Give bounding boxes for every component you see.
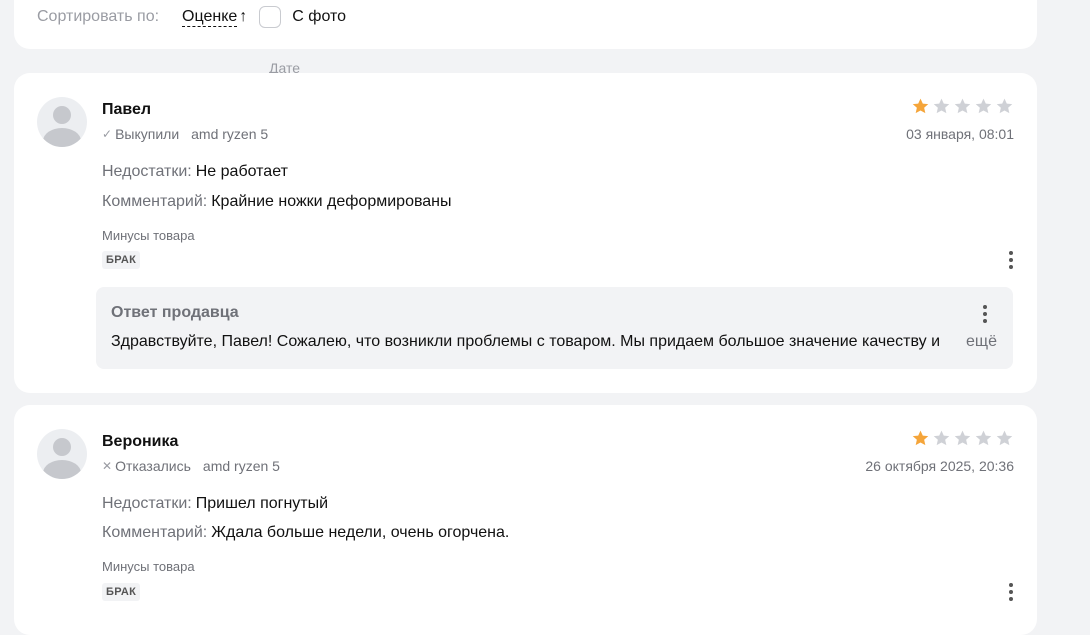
photo-checkbox[interactable]	[259, 6, 282, 28]
seller-reply: Ответ продавца Здравствуйте, Павел! Сожа…	[96, 287, 1013, 369]
star-filled-icon	[912, 98, 929, 114]
more-options-icon[interactable]	[1005, 251, 1017, 271]
rating-stars	[911, 429, 1014, 448]
defect-tag: БРАК	[102, 251, 141, 269]
review-meta: ✓ Выкупили amd ryzen 5	[102, 126, 268, 142]
purchase-status: Выкупили	[115, 126, 180, 142]
seller-more-options-icon[interactable]	[979, 305, 991, 325]
review-author: Вероника	[102, 433, 179, 450]
sort-card: Сортировать по: Дате Оценке ↑ С фото	[14, 0, 1037, 78]
review-date: 03 января, 08:01	[906, 126, 1014, 142]
review-card: Павел ✓ Выкупили amd ryzen 5 03 января, …	[14, 73, 1037, 393]
comment-row: Комментарий: Ждала больше недели, очень о…	[102, 524, 509, 542]
seller-reply-title: Ответ продавца	[111, 304, 239, 321]
seller-reply-more-link[interactable]: ещё	[966, 333, 997, 351]
comment-label: Комментарий:	[102, 193, 208, 210]
comment-text: Ждала больше недели, очень огорчена.	[211, 524, 510, 541]
comment-row: Комментарий: Крайние ножки деформированы	[102, 193, 452, 211]
star-filled-icon	[912, 430, 929, 446]
sort-by-rating[interactable]: Оценке	[182, 8, 238, 27]
star-empty-icon	[975, 430, 992, 446]
avatar	[37, 97, 87, 147]
comment-label: Комментарий:	[102, 524, 208, 541]
review-card: Вероника ✕ Отказались amd ryzen 5 26 окт…	[14, 405, 1037, 635]
star-empty-icon	[954, 98, 971, 114]
sort-label: Сортировать по:	[37, 8, 160, 25]
cross-icon: ✕	[102, 459, 113, 473]
sort-bar: Сортировать по: Дате Оценке ↑ С фото	[37, 6, 346, 78]
review-author: Павел	[102, 101, 152, 118]
rating-stars	[911, 97, 1014, 116]
purchase-status: Отказались	[115, 458, 191, 474]
product-variant: amd ryzen 5	[202, 458, 280, 474]
star-empty-icon	[996, 98, 1013, 114]
review-date: 26 октября 2025, 20:36	[865, 458, 1014, 474]
check-icon: ✓	[102, 127, 113, 141]
star-empty-icon	[975, 98, 992, 114]
star-empty-icon	[954, 430, 971, 446]
cons-text: Пришел погнутый	[195, 495, 329, 512]
cons-row: Недостатки: Не работает	[102, 163, 288, 181]
seller-reply-text: Здравствуйте, Павел! Сожалею, что возник…	[111, 333, 941, 350]
defect-tag: БРАК	[102, 583, 141, 601]
avatar	[37, 429, 87, 479]
star-empty-icon	[933, 98, 950, 114]
sort-arrow-up-icon[interactable]: ↑	[239, 8, 247, 26]
photo-label[interactable]: С фото	[292, 8, 346, 26]
cons-label: Недостатки:	[102, 163, 192, 180]
more-options-icon[interactable]	[1005, 583, 1017, 603]
star-empty-icon	[996, 430, 1013, 446]
review-meta: ✕ Отказались amd ryzen 5	[102, 458, 280, 474]
minus-title: Минусы товара	[102, 228, 195, 243]
product-variant: amd ryzen 5	[191, 126, 269, 142]
cons-label: Недостатки:	[102, 495, 192, 512]
cons-row: Недостатки: Пришел погнутый	[102, 495, 328, 513]
minus-title: Минусы товара	[102, 559, 195, 574]
star-empty-icon	[933, 430, 950, 446]
comment-text: Крайние ножки деформированы	[211, 193, 452, 210]
cons-text: Не работает	[195, 163, 288, 180]
